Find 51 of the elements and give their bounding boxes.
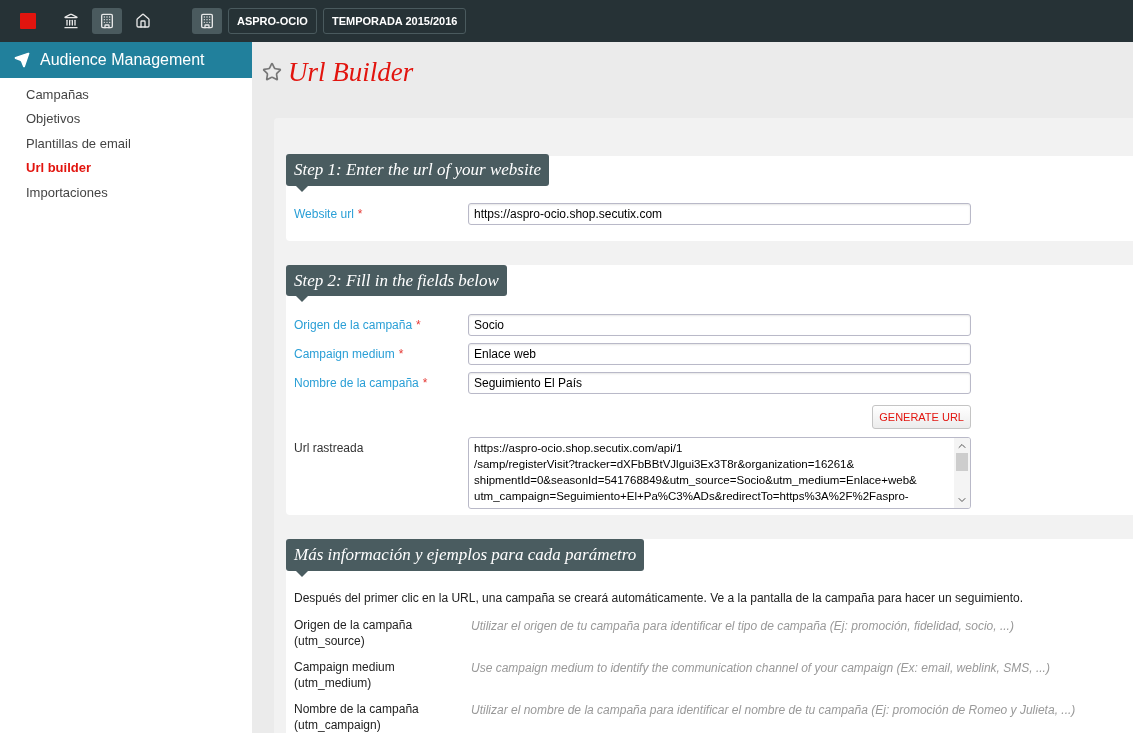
- building-icon: [199, 13, 215, 29]
- sidebar-item[interactable]: Importaciones: [0, 180, 252, 205]
- sidebar-title: Audience Management: [40, 50, 205, 70]
- field-label: Website url: [294, 206, 354, 223]
- building-button[interactable]: [192, 8, 222, 34]
- required-mark: *: [422, 374, 428, 392]
- star-icon[interactable]: [262, 62, 282, 82]
- paper-plane-icon: [14, 52, 30, 68]
- heading-pointer: [296, 185, 308, 192]
- nav-button[interactable]: [92, 8, 122, 34]
- field-label: Nombre de la campaña: [294, 374, 419, 392]
- parameter-description: Use campaign medium to identify the communication channel of your campaign (Ex: email, weblink, SMS, ...): [471, 659, 1050, 677]
- parameter-name: Campaign medium: [294, 658, 396, 675]
- parameter-code: (utm_campaign): [294, 716, 382, 733]
- section-heading: Step 1: Enter the url of your website: [286, 154, 549, 186]
- sidebar-item[interactable]: Url builder: [0, 155, 252, 180]
- building-icon: [99, 13, 115, 29]
- parameter-description: Utilizar el nombre de la campaña para identificar el nombre de tu campaña (Ej: promoción de Romeo y Julieta, ...): [471, 701, 1076, 719]
- context-button[interactable]: TEMPORADA 2015/2016: [322, 8, 467, 34]
- scrollbar[interactable]: [954, 438, 970, 508]
- parameter-name: Nombre de la campaña: [294, 700, 420, 717]
- logo-icon: [20, 13, 36, 29]
- required-mark: *: [398, 345, 404, 363]
- required-mark: *: [416, 316, 421, 334]
- text-field[interactable]: Enlace web: [468, 342, 971, 365]
- heading-pointer: [296, 296, 308, 302]
- url-text-area[interactable]: https://aspro-ocio.shop.secutix.com/api/1 /samp/registerVisit?tracker=dXFbBBtVJlgui3Ex3T8r&organization=16261& shipmentId=0&seasonId=541768849&utm_source=Socio&utm_medium=Enlace+web& utm_campaign=Seguimiento+El+Pa%C3%ADs&redirectTo=https%3A%2F%2Faspro-: [468, 437, 971, 509]
- field-label: Url rastreada: [294, 440, 365, 457]
- parameter-description: Utilizar el origen de tu campaña para identificar el tipo de campaña (Ej: promoción, fidelidad, socio, ...): [471, 617, 1014, 635]
- info-text: Después del primer clic en la URL, una campaña se creará automáticamente. Ve a la pantalla de la campaña para hacer un seguimiento.: [294, 589, 1025, 607]
- section-heading: Step 2: Fill in the fields below: [286, 264, 507, 296]
- field-label: Campaign medium: [294, 345, 395, 363]
- scroll-thumb[interactable]: [956, 453, 968, 471]
- required-mark: *: [357, 206, 363, 223]
- sidebar-item[interactable]: Objetivos: [0, 106, 252, 131]
- parameter-code: (utm_source): [294, 632, 366, 649]
- parameter-name: Origen de la campaña: [294, 616, 414, 633]
- heading-pointer: [296, 570, 308, 577]
- section-heading: Más información y ejemplos para cada parámetro: [286, 539, 645, 571]
- sidebar-item[interactable]: Campañas: [0, 82, 252, 107]
- generate-url-button[interactable]: GENERATE URL: [872, 405, 971, 429]
- home-icon: [135, 13, 151, 29]
- sidebar-item[interactable]: Plantillas de email: [0, 131, 252, 156]
- context-button[interactable]: ASPRO-OCIO: [228, 8, 317, 34]
- field-label: Origen de la campaña: [294, 316, 413, 334]
- text-field[interactable]: Socio: [468, 313, 971, 336]
- text-field[interactable]: Seguimiento El País: [468, 371, 971, 394]
- text-field[interactable]: https://aspro-ocio.shop.secutix.com: [468, 203, 971, 225]
- parameter-code: (utm_medium): [294, 674, 373, 691]
- bank-icon: [63, 13, 79, 29]
- page-title: Url Builder: [288, 55, 414, 89]
